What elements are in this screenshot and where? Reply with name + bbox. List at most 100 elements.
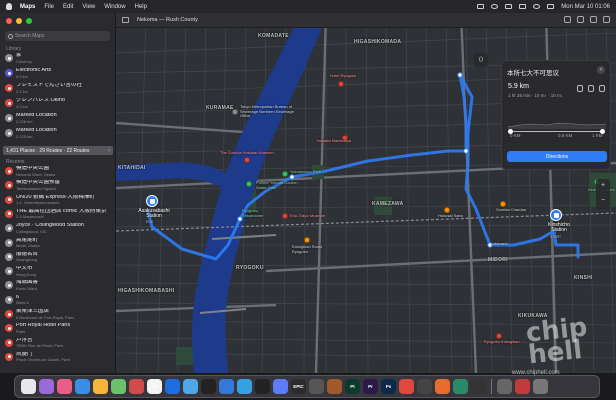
district-label: MIDORI: [488, 257, 508, 263]
recents-item[interactable]: Joyce · Collingwood Station Collingwood, …: [3, 223, 113, 234]
menu-view[interactable]: View: [82, 4, 95, 10]
dock-app-icon[interactable]: [183, 379, 198, 394]
tracking-icon[interactable]: [564, 16, 571, 23]
battery-icon[interactable]: [519, 4, 527, 9]
apple-icon[interactable]: [6, 3, 12, 10]
dock-app-icon[interactable]: [39, 379, 54, 394]
dock-app-icon[interactable]: [57, 379, 72, 394]
menu-app[interactable]: Maps: [20, 4, 35, 10]
recents-item[interactable]: 順德名合 Guangdong: [3, 252, 113, 263]
menu-edit[interactable]: Edit: [63, 4, 73, 10]
dock-app-icon[interactable]: Pt: [345, 379, 360, 394]
library-item[interactable]: Electronic Arts 5.9 km: [3, 68, 113, 79]
poi-marker[interactable]: [338, 81, 344, 87]
search-input[interactable]: [15, 33, 105, 39]
search-icon[interactable]: [533, 4, 541, 9]
dock-app-icon[interactable]: [435, 379, 450, 394]
recents-item[interactable]: 海城図書 Kanto Ward: [3, 280, 113, 291]
recents-item[interactable]: Port Royal Hotel Paris Paris: [3, 323, 113, 334]
recents-subtitle: Hong Kong: [16, 271, 37, 277]
place-pin-icon: [5, 238, 13, 247]
zoom-out-button[interactable]: −: [596, 194, 610, 209]
dock-app-icon[interactable]: [515, 379, 530, 394]
close-window-button[interactable]: [6, 18, 12, 24]
recents-item[interactable]: 卢浮宫 75001 Rue de Rivoli, Paris: [3, 338, 113, 349]
library-subtitle: 2.2 km: [16, 88, 29, 94]
share-route-icon[interactable]: [599, 85, 605, 92]
menu-file[interactable]: File: [44, 4, 54, 10]
dock-app-icon[interactable]: [327, 379, 342, 394]
library-item[interactable]: グレンパレス Okino 4.3 km: [3, 98, 113, 109]
recents-item[interactable]: UN/20 數碼 Express-大阪梅澤町 1-1, Umemitsuhonma…: [3, 195, 113, 206]
dock-app-icon[interactable]: [273, 379, 288, 394]
status-icon[interactable]: [491, 4, 499, 9]
3d-icon[interactable]: [577, 16, 584, 23]
dock-app-icon[interactable]: [21, 379, 36, 394]
dock-app-icon[interactable]: [93, 379, 108, 394]
dock-app-icon[interactable]: Pr: [363, 379, 378, 394]
sidebar-toggle-icon[interactable]: [122, 17, 129, 23]
directions-button[interactable]: Directions: [507, 151, 607, 162]
dock-app-icon[interactable]: EPIC: [291, 379, 306, 394]
poi-marker[interactable]: [282, 171, 288, 177]
dock-app-icon[interactable]: [453, 379, 468, 394]
recents-item[interactable]: 6 Ward 6: [3, 295, 113, 306]
dock-app-icon[interactable]: [471, 379, 486, 394]
search-field[interactable]: [5, 31, 110, 41]
dock-app-icon[interactable]: [201, 379, 216, 394]
dock-app-icon[interactable]: [309, 379, 324, 394]
poi-marker[interactable]: [244, 157, 250, 163]
dock-app-icon[interactable]: [497, 379, 512, 394]
close-card-button[interactable]: ×: [597, 66, 605, 74]
elevation-profile: [508, 122, 606, 129]
poi-marker[interactable]: [304, 237, 310, 243]
library-item[interactable]: Marked Location 2,226 km: [3, 113, 113, 124]
dock-app-icon[interactable]: [255, 379, 270, 394]
dock-app-icon[interactable]: [111, 379, 126, 394]
share-icon[interactable]: [590, 16, 597, 23]
dock-app-icon[interactable]: [399, 379, 414, 394]
recents-item[interactable]: 模造中央公園预留 Tachibanadori-Higashi: [3, 180, 113, 191]
dock-app-icon[interactable]: [237, 379, 252, 394]
dock-app-icon[interactable]: 10: [147, 379, 162, 394]
end-station-pin[interactable]: [550, 209, 562, 221]
dock-app-icon[interactable]: [219, 379, 234, 394]
recents-item[interactable]: 凯旋门 Place Charles de Gaulle, Paris: [3, 352, 113, 363]
recents-item[interactable]: 模造中央公園 Nekoma Ward, Osaka: [3, 166, 113, 177]
minimize-window-button[interactable]: [16, 18, 22, 24]
start-station-pin[interactable]: [146, 195, 158, 207]
place-pin-icon: [5, 310, 13, 318]
library-item[interactable]: 家 Close by: [3, 53, 113, 64]
district-label: KAMEZAWA: [372, 201, 404, 207]
poi-marker[interactable]: [232, 109, 238, 115]
library-item[interactable]: Marked Location 2,225 km: [3, 128, 113, 139]
menu-help[interactable]: Help: [135, 4, 147, 10]
status-icon[interactable]: [477, 4, 485, 9]
library-item[interactable]: ブレミストでんざい宮の社 2.2 km: [3, 83, 113, 94]
map-layers-button[interactable]: ⟨⟩: [474, 53, 488, 67]
dock-app-icon[interactable]: [129, 379, 144, 394]
menu-window[interactable]: Window: [104, 4, 125, 10]
dock-app-icon[interactable]: [75, 379, 90, 394]
map-location-title: Nekoma — Rush County: [137, 17, 198, 23]
selected-collection-item[interactable]: 1,431 Places · 29 Routes · 22 Routes ›: [3, 146, 113, 155]
poi-marker[interactable]: [246, 181, 252, 187]
recents-item[interactable]: 巣栗津三国店 8 Boulevard de Port-Royal, Paris: [3, 309, 113, 320]
walk-mode-icon[interactable]: [577, 85, 583, 92]
recents-item[interactable]: 高尾尾町 Ikeda, Osaka: [3, 238, 113, 249]
wifi-icon[interactable]: [505, 4, 513, 9]
dock-app-icon[interactable]: [533, 379, 548, 394]
recents-item[interactable]: 中文市 Hong Kong: [3, 266, 113, 277]
add-icon[interactable]: [603, 16, 610, 23]
recents-item[interactable]: THE 最高在団酒店 comic 大阪府東京 2-3 Marunouchi: [3, 209, 113, 220]
dock-app-icon[interactable]: [165, 379, 180, 394]
bike-mode-icon[interactable]: [588, 85, 594, 92]
zoom-window-button[interactable]: [26, 18, 32, 24]
poi-marker[interactable]: [282, 213, 288, 219]
dock-app-icon[interactable]: [417, 379, 432, 394]
zoom-in-button[interactable]: +: [596, 179, 610, 194]
place-pin-icon: [5, 167, 13, 175]
dock-app-icon[interactable]: Ps: [381, 379, 396, 394]
clock[interactable]: Mon Mar 10 01:06: [561, 4, 610, 10]
control-center-icon[interactable]: [547, 4, 555, 9]
